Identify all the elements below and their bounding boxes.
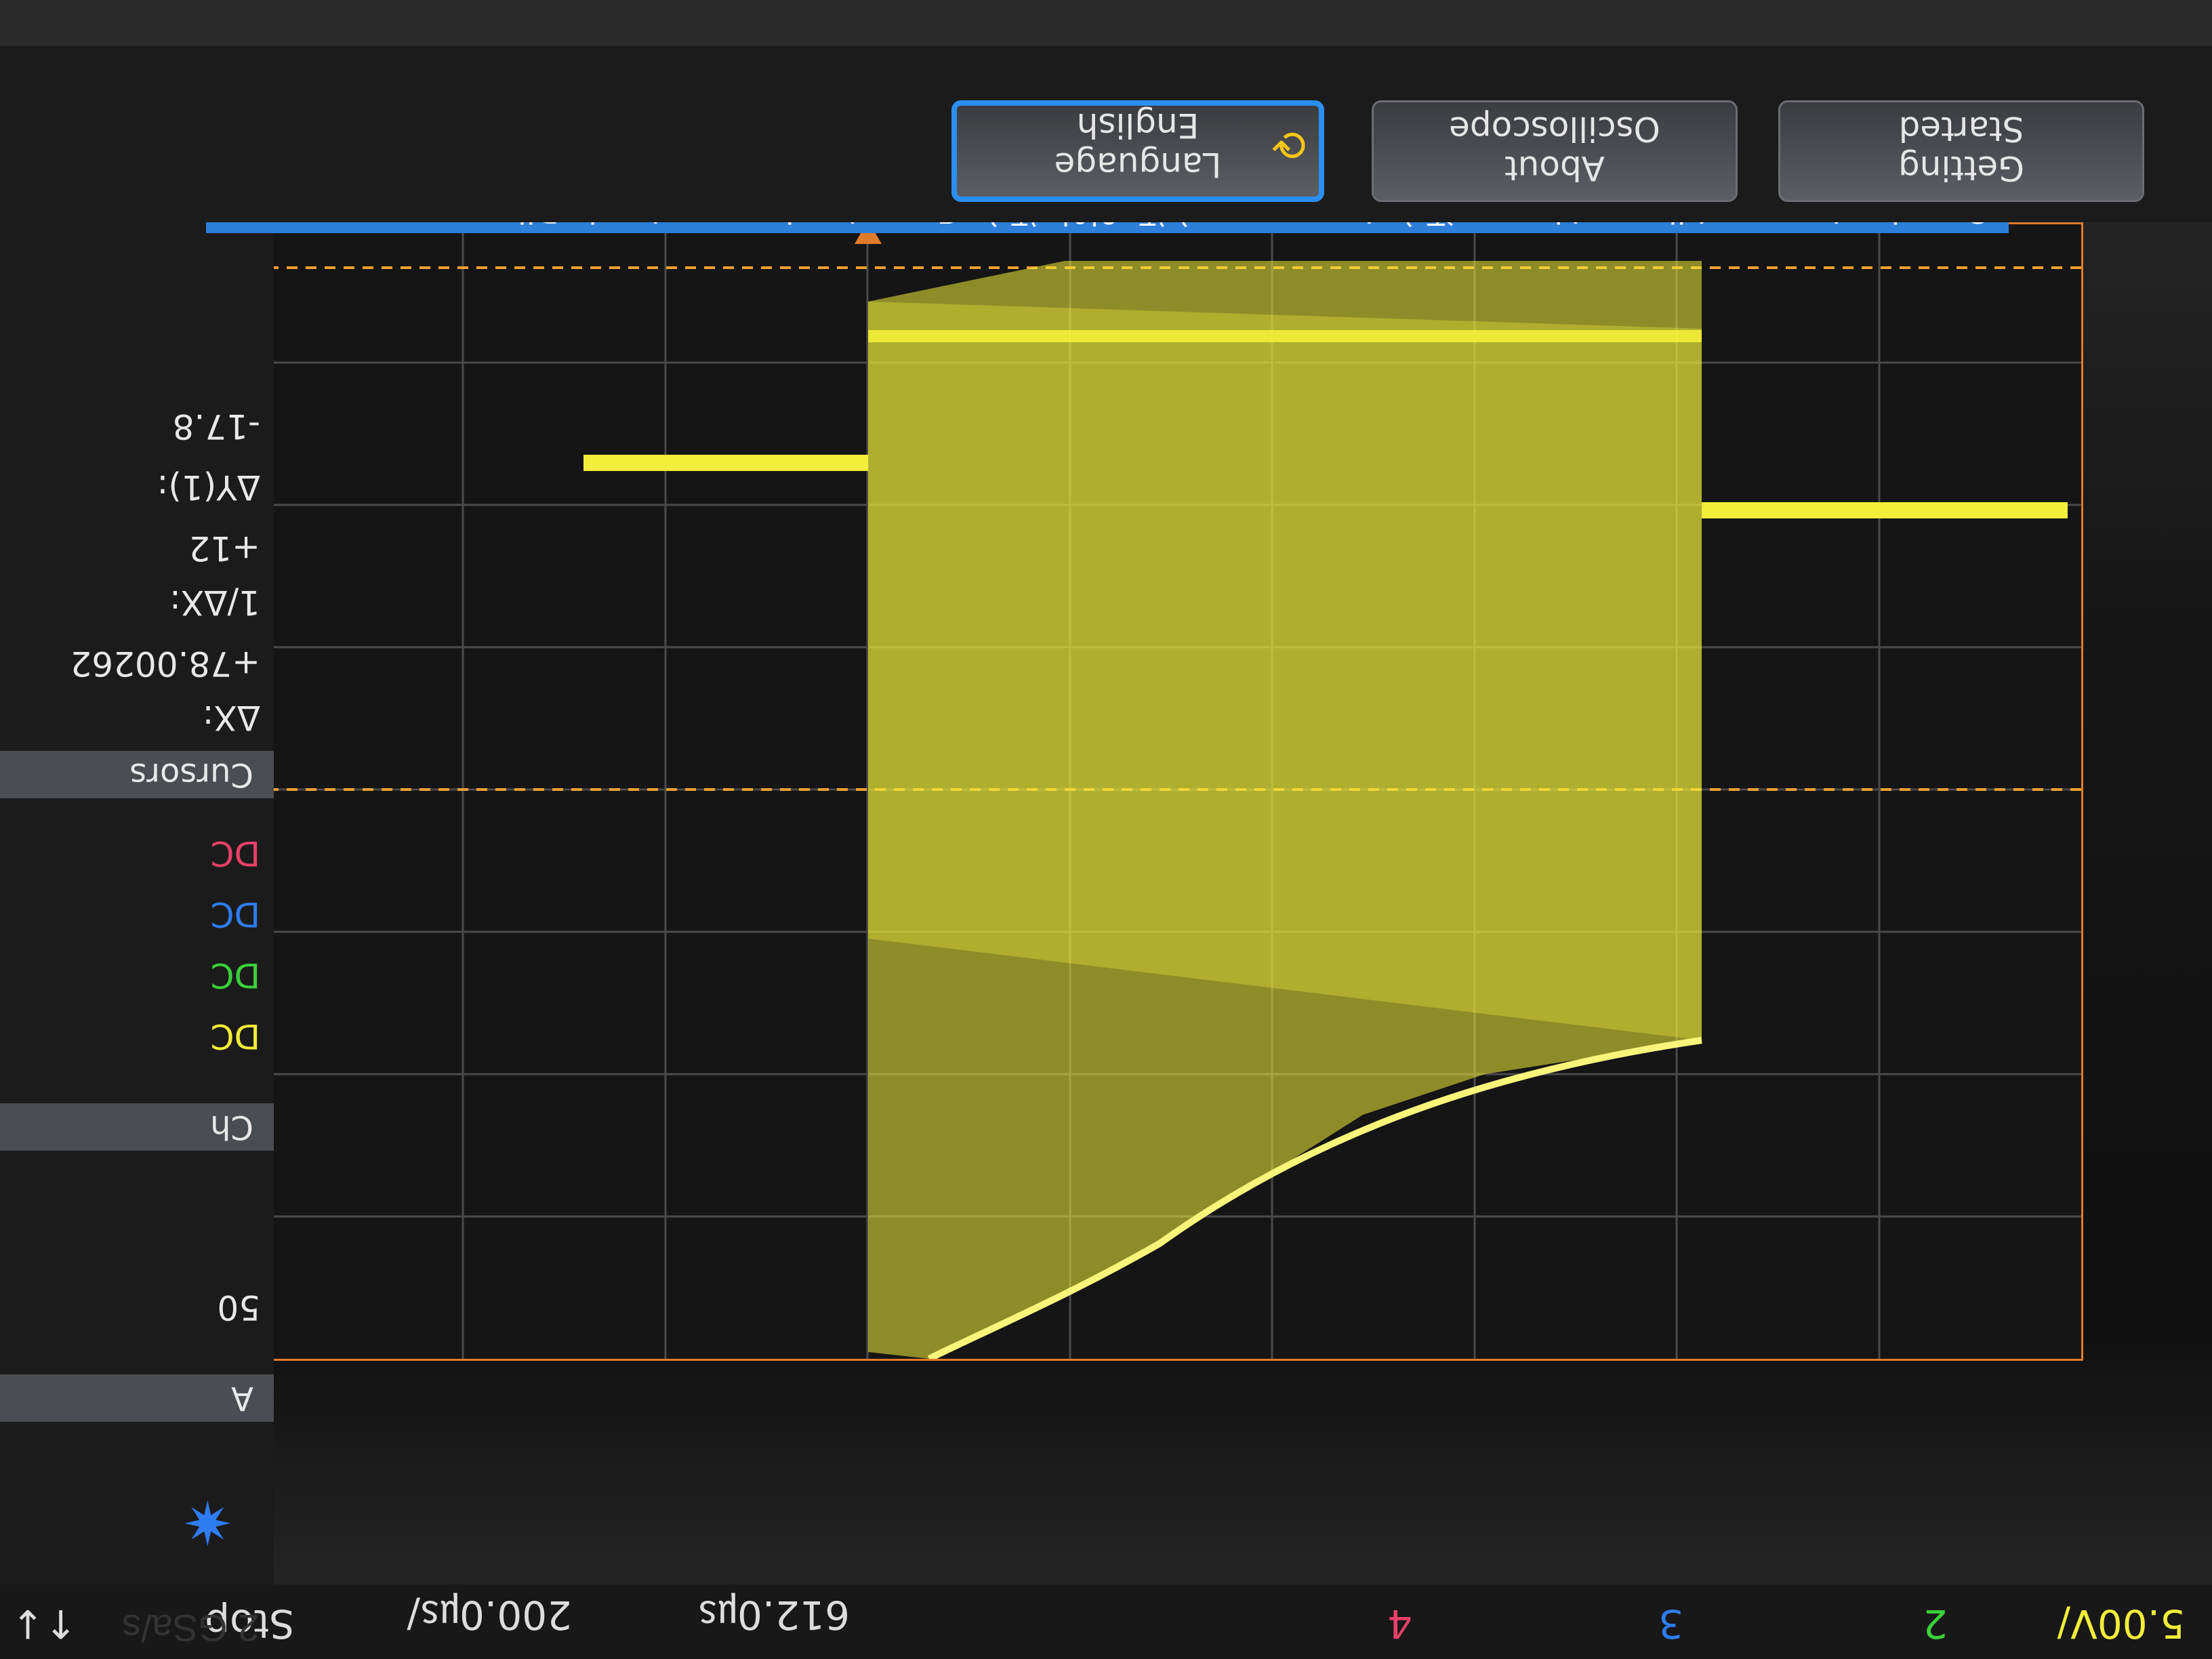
channels-header[interactable]: Ch	[0, 1103, 274, 1151]
time-delay[interactable]: 612.0㎲	[698, 1590, 850, 1647]
waveform-svg	[58, 220, 2081, 1362]
oscilloscope-screen: 5.00V/ 2 3 4 612.0㎲ 200.0㎲/ Stop ↑↓ ✷ A …	[0, 0, 2212, 1659]
time-scale[interactable]: 200.0㎲/	[407, 1590, 572, 1647]
starburst-logo-icon: ✷	[182, 1486, 233, 1557]
softkey-getting-started-line2: Started	[1898, 109, 2024, 148]
trigger-mode-icon[interactable]: ↑↓	[12, 1601, 77, 1647]
acquire-header[interactable]: A	[0, 1374, 274, 1422]
side-panel: ✷ A 50 Ch DC DC DC DC Cursors ΔX: +78.00…	[0, 222, 274, 1584]
softkey-getting-started[interactable]: Getting Started	[1778, 100, 2144, 202]
delta-x-value: +78.00262	[70, 644, 260, 683]
ch1-scale[interactable]: 5.00V/	[2057, 1601, 2185, 1647]
ch4-coupling[interactable]: DC	[211, 834, 260, 873]
softkey-about-oscilloscope[interactable]: About Oscilloscope	[1372, 100, 1738, 202]
ch3-coupling[interactable]: DC	[211, 895, 260, 934]
softkey-language-line1: Language	[1054, 145, 1222, 184]
oscilloscope-photo: 5.00V/ 2 3 4 612.0㎲ 200.0㎲/ Stop ↑↓ ✷ A …	[0, 0, 2212, 1659]
delta-y-value: -17.8	[172, 407, 260, 446]
delta-x-label: ΔX:	[202, 698, 260, 737]
inv-delta-x-value: +12	[188, 529, 260, 568]
ch2-label[interactable]: 2	[1923, 1601, 1948, 1647]
status-bar: 5.00V/ 2 3 4 612.0㎲ 200.0㎲/ Stop ↑↓	[0, 1584, 2212, 1659]
softkey-getting-started-line1: Getting	[1898, 148, 2025, 188]
ch2-coupling[interactable]: DC	[211, 956, 260, 995]
softkey-about-line1: About	[1504, 148, 1605, 188]
channels-header-label: Ch	[210, 1108, 253, 1146]
delta-y-label: ΔY(1):	[157, 468, 260, 507]
cursors-header-label: Cursors	[129, 756, 253, 794]
refresh-icon: ⟳	[1271, 120, 1307, 169]
ch1-waveform	[583, 261, 2068, 1362]
softkey-language[interactable]: ⟳ Language English	[951, 100, 1324, 202]
ch3-label[interactable]: 3	[1658, 1601, 1683, 1647]
waveform-graticule[interactable]	[58, 220, 2083, 1362]
ch1-coupling[interactable]: DC	[211, 1017, 260, 1056]
sample-rate-label: 2 GSa/s	[122, 1607, 260, 1650]
softkey-about-line2: Oscilloscope	[1449, 109, 1660, 148]
ch4-label[interactable]: 4	[1387, 1601, 1412, 1647]
acquire-value: 50	[217, 1288, 260, 1327]
softkey-language-line2: English	[1076, 106, 1200, 145]
cursors-header[interactable]: Cursors	[0, 751, 274, 798]
inv-delta-x-label: 1/ΔX:	[169, 583, 260, 622]
acquire-header-label: A	[231, 1379, 253, 1417]
